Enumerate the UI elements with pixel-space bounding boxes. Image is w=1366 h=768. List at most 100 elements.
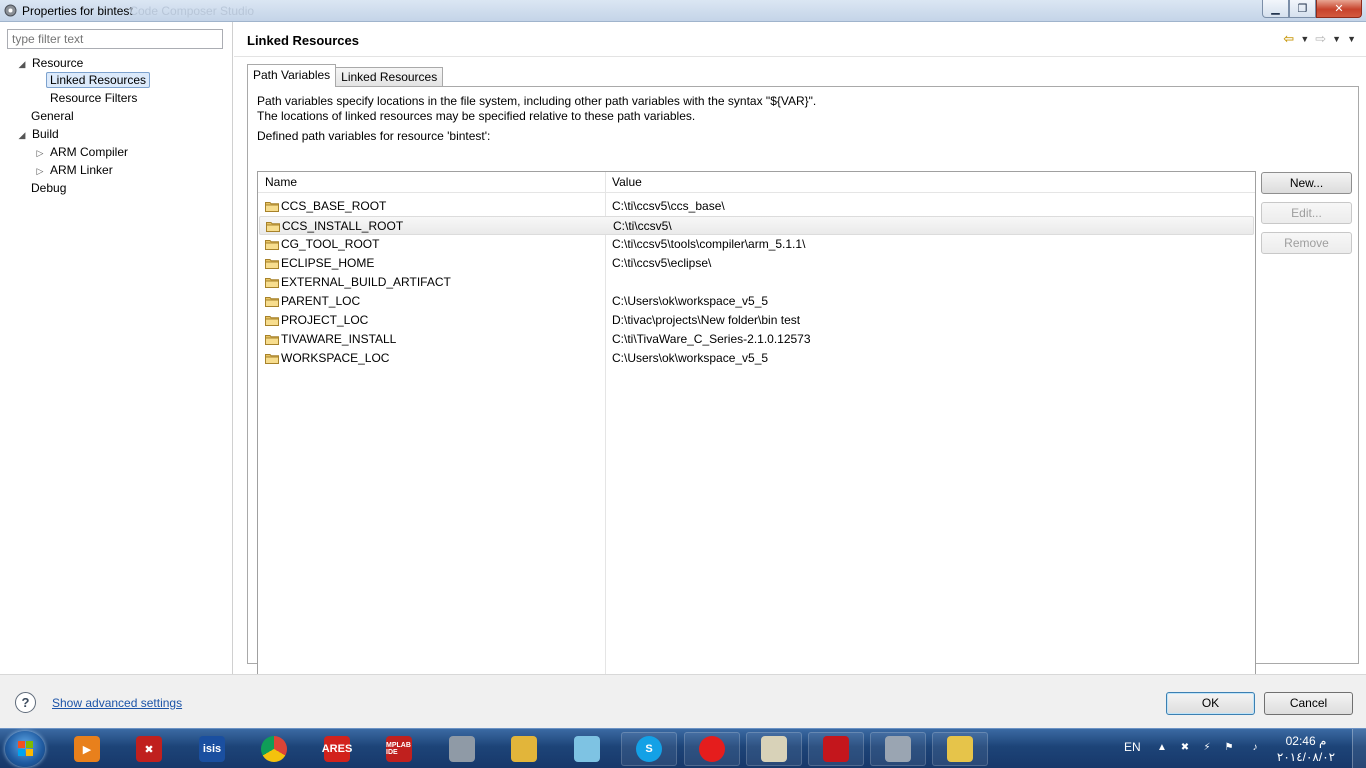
new-button[interactable]: New... <box>1261 172 1352 194</box>
back-arrow-icon[interactable]: ⇦ <box>1283 31 1294 47</box>
table-row[interactable]: EXTERNAL_BUILD_ARTIFACT <box>259 273 1254 292</box>
collapse-arrow-icon[interactable]: ▷ <box>33 145 47 162</box>
tab-linked-resources[interactable]: Linked Resources <box>335 67 444 87</box>
taskbar-button[interactable] <box>808 732 864 766</box>
table-row[interactable]: PARENT_LOC C:\Users\ok\workspace_v5_5 <box>259 292 1254 311</box>
tree-item-label: Build <box>32 127 59 141</box>
maximize-button[interactable]: ❐ <box>1289 0 1316 18</box>
ccs-cube-icon <box>885 736 911 762</box>
tab-path-variables[interactable]: Path Variables <box>247 64 337 87</box>
tree-item-arm-compiler[interactable]: ▷ ARM Compiler <box>33 144 131 161</box>
ok-button[interactable]: OK <box>1166 692 1255 715</box>
variable-name: WORKSPACE_LOC <box>281 351 390 365</box>
help-icon[interactable]: ? <box>15 692 36 713</box>
column-header-value[interactable]: Value <box>605 172 1245 193</box>
window-title-ghost: - Code Composer Studio <box>122 4 255 18</box>
taskbar-button[interactable]: ▶ <box>59 732 115 766</box>
tree-item-resource[interactable]: ◢ Resource <box>15 55 86 72</box>
back-dropdown-icon[interactable]: ▼ <box>1300 34 1309 44</box>
close-button[interactable]: ✕ <box>1316 0 1362 18</box>
table-row[interactable]: CCS_INSTALL_ROOT C:\ti\ccsv5\ <box>259 216 1254 235</box>
taskbar-button[interactable]: ✖ <box>121 732 177 766</box>
table-row[interactable]: CCS_BASE_ROOT C:\ti\ccsv5\ccs_base\ <box>259 197 1254 216</box>
forward-arrow-icon[interactable]: ⇨ <box>1315 31 1326 47</box>
table-row[interactable]: TIVAWARE_INSTALL C:\ti\TivaWare_C_Series-… <box>259 330 1254 349</box>
variable-name: PROJECT_LOC <box>281 313 369 327</box>
taskbar-button[interactable] <box>870 732 926 766</box>
dialog-button-bar: ? Show advanced settings OK Cancel <box>0 674 1366 728</box>
settings-app-icon <box>761 736 787 762</box>
tree-item-resource-filters[interactable]: Resource Filters <box>47 90 140 107</box>
taskbar-button[interactable] <box>434 732 490 766</box>
table-row[interactable]: ECLIPSE_HOME C:\ti\ccsv5\eclipse\ <box>259 254 1254 273</box>
tree-item-debug[interactable]: Debug <box>28 180 69 197</box>
taskbar-button[interactable] <box>246 732 302 766</box>
tree-item-label: ARM Compiler <box>50 145 129 159</box>
variable-value: C:\ti\ccsv5\eclipse\ <box>612 256 712 270</box>
header-divider <box>234 56 1366 57</box>
start-button[interactable] <box>5 731 45 767</box>
tree-item-label: Linked Resources <box>46 72 151 88</box>
page-navigation: ⇦ ▼ ⇨ ▼ ▼ <box>1283 31 1356 47</box>
explorer-icon <box>947 736 973 762</box>
variable-value: C:\Users\ok\workspace_v5_5 <box>612 351 769 365</box>
tab-bar: Path Variables Linked Resources <box>247 64 444 87</box>
taskbar-button[interactable] <box>496 732 552 766</box>
minimize-button[interactable]: ▁ <box>1262 0 1289 18</box>
tree-item-arm-linker[interactable]: ▷ ARM Linker <box>33 162 116 179</box>
tree-item-label: ARM Linker <box>50 163 113 177</box>
view-menu-icon[interactable]: ▼ <box>1347 34 1356 44</box>
taskbar-button[interactable]: MPLAB IDE <box>371 732 427 766</box>
table-row[interactable]: WORKSPACE_LOC C:\Users\ok\workspace_v5_5 <box>259 349 1254 368</box>
folder-icon <box>265 335 279 345</box>
usb-icon[interactable]: ⚡ <box>1200 742 1214 756</box>
expand-arrow-icon[interactable]: ◢ <box>15 127 29 144</box>
forward-dropdown-icon[interactable]: ▼ <box>1332 34 1341 44</box>
show-desktop-button[interactable] <box>1352 729 1366 768</box>
volume-icon[interactable]: ♪ <box>1248 742 1262 756</box>
filter-input[interactable] <box>7 29 223 49</box>
expand-arrow-icon[interactable]: ◢ <box>15 56 29 73</box>
media-player-icon: ▶ <box>74 736 100 762</box>
tree-item-label: Resource Filters <box>50 91 138 105</box>
column-header-name[interactable]: Name <box>258 172 605 193</box>
taskbar-button[interactable]: isis <box>184 732 240 766</box>
tree-item-label: Debug <box>31 181 67 195</box>
tree-item-linked-resources[interactable]: Linked Resources <box>46 72 151 89</box>
language-indicator[interactable]: EN <box>1124 740 1141 754</box>
table-row[interactable]: CG_TOOL_ROOT C:\ti\ccsv5\tools\compiler\a… <box>259 235 1254 254</box>
page-title: Linked Resources <box>247 33 359 48</box>
show-advanced-settings-link[interactable]: Show advanced settings <box>52 696 182 710</box>
variable-name: TIVAWARE_INSTALL <box>281 332 397 346</box>
taskbar-button[interactable] <box>932 732 988 766</box>
folder-icon <box>265 278 279 288</box>
system-clock[interactable]: 02:46 م ٢٠١٤/٠٨/٠٢ <box>1276 733 1336 765</box>
description-line-1: Path variables specify locations in the … <box>257 94 817 108</box>
defined-variables-label: Defined path variables for resource 'bin… <box>257 129 491 143</box>
property-page: Linked Resources ⇦ ▼ ⇨ ▼ ▼ Path Variable… <box>234 22 1366 682</box>
show-hidden-icons-icon[interactable]: ▲ <box>1155 742 1169 756</box>
variable-value: C:\ti\ccsv5\tools\compiler\arm_5.1.1\ <box>612 237 806 251</box>
taskbar-button[interactable] <box>746 732 802 766</box>
taskbar-button[interactable]: ARES <box>309 732 365 766</box>
clock-date: ٢٠١٤/٠٨/٠٢ <box>1276 750 1336 764</box>
folder-icon <box>266 222 280 232</box>
ares-icon: ARES <box>322 736 352 762</box>
network-warning-icon[interactable]: ✖ <box>1178 742 1192 756</box>
window-controls: ▁ ❐ ✕ <box>1262 0 1362 18</box>
edit-button[interactable]: Edit... <box>1261 202 1352 224</box>
path-variables-table[interactable]: Name Value CCS_BASE_ROOT C:\ti\ccsv5\ccs_… <box>257 171 1256 682</box>
tree-item-build[interactable]: ◢ Build <box>15 126 62 143</box>
taskbar-button[interactable] <box>684 732 740 766</box>
remove-button[interactable]: Remove <box>1261 232 1352 254</box>
action-center-icon[interactable]: ⚑ <box>1222 742 1236 756</box>
folder-icon <box>265 316 279 326</box>
table-row[interactable]: PROJECT_LOC D:\tivac\projects\New folder\… <box>259 311 1254 330</box>
taskbar-button[interactable] <box>559 732 615 766</box>
taskbar-button[interactable]: S <box>621 732 677 766</box>
collapse-arrow-icon[interactable]: ▷ <box>33 163 47 180</box>
folder-icon <box>265 202 279 212</box>
cancel-button[interactable]: Cancel <box>1264 692 1353 715</box>
tree-item-general[interactable]: General <box>28 108 77 125</box>
folder-icon <box>265 259 279 269</box>
